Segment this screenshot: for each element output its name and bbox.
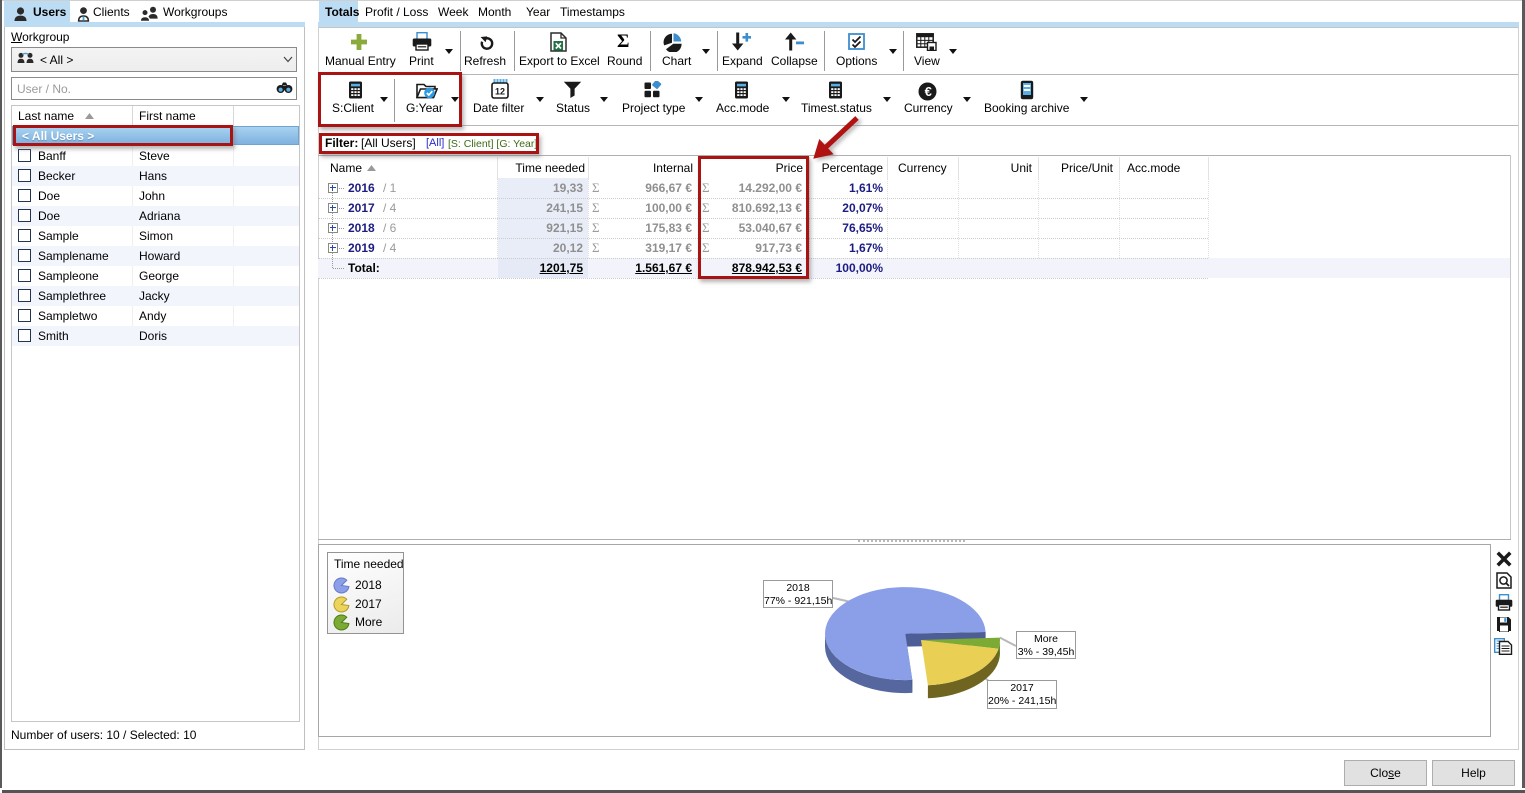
- svg-text:12: 12: [495, 87, 505, 97]
- svg-text:€: €: [925, 84, 932, 99]
